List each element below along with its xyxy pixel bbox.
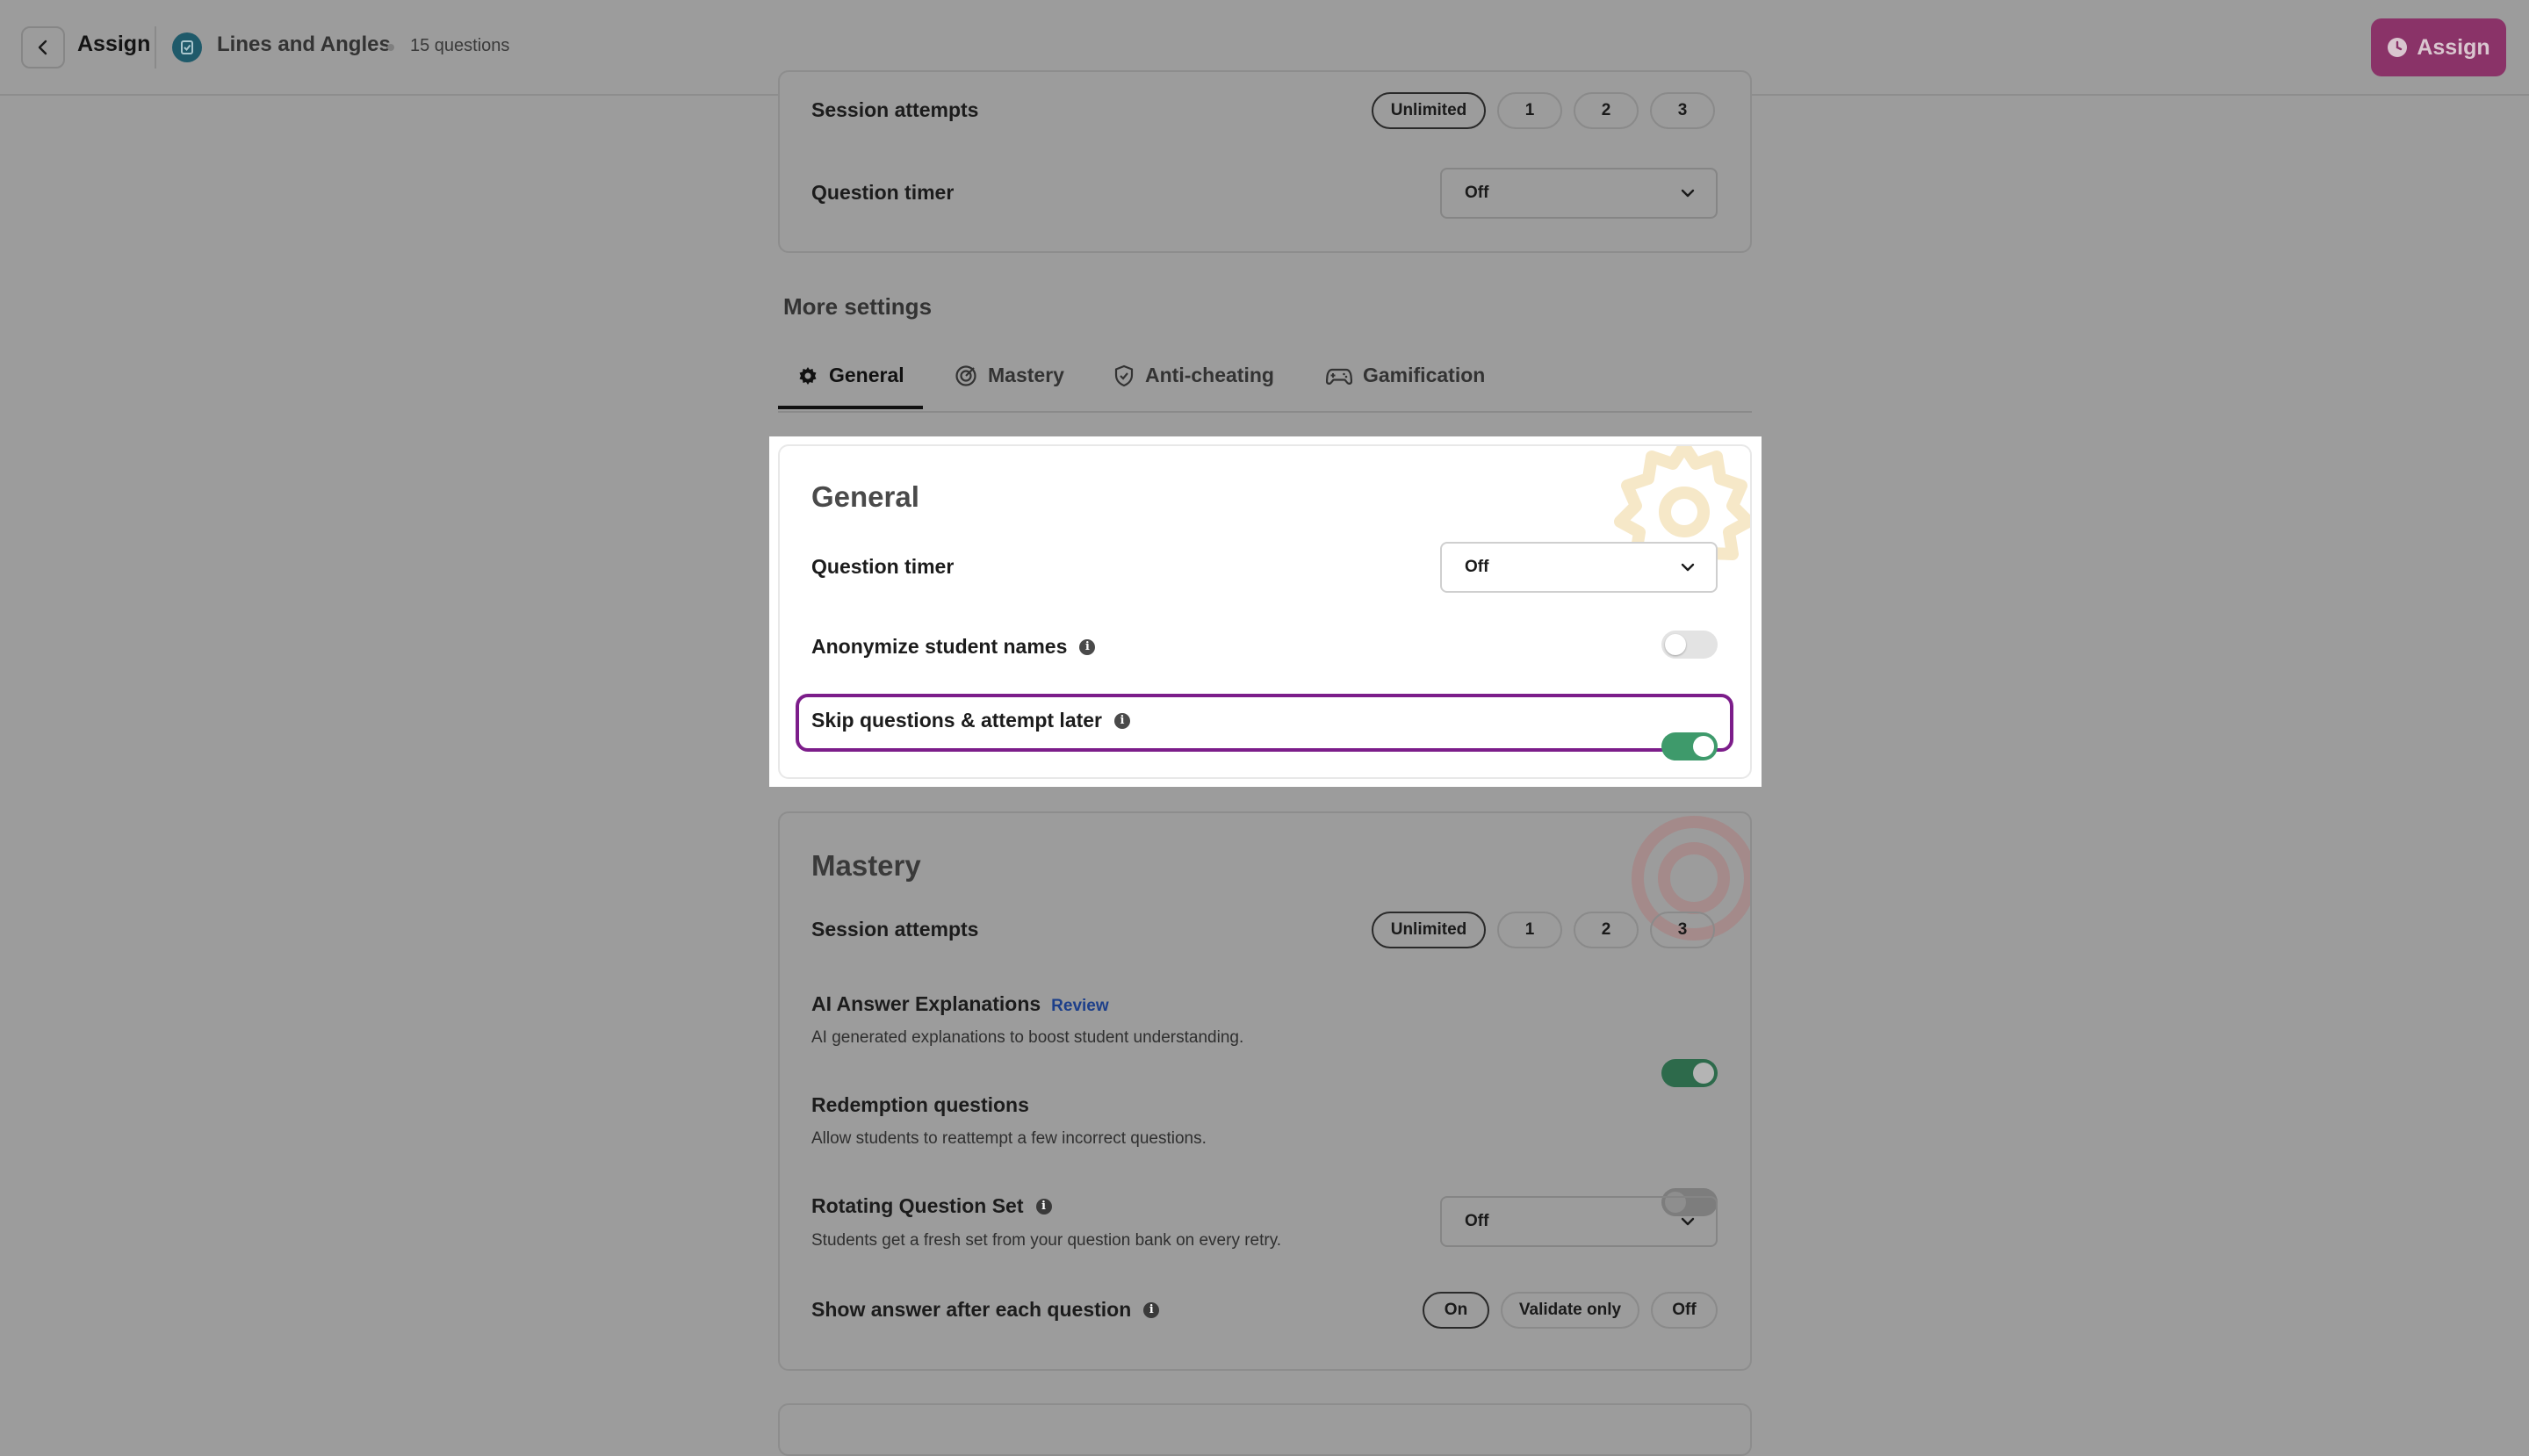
- skip-questions-row: Skip questions & attempt later i: [811, 709, 1131, 732]
- tab-mastery[interactable]: Mastery: [955, 364, 1064, 387]
- more-settings-title: More settings: [783, 293, 933, 320]
- back-button[interactable]: [21, 26, 65, 68]
- show-answer-label: Show answer after each question: [811, 1298, 1132, 1321]
- general-question-timer-value: Off: [1465, 558, 1489, 576]
- ai-explanations-toggle[interactable]: [1661, 1059, 1718, 1087]
- target-icon: [955, 364, 976, 386]
- question-count: 15 questions: [410, 36, 510, 55]
- quiz-icon: [172, 32, 202, 62]
- clock-icon: [2388, 38, 2408, 57]
- mastery-card: [778, 811, 1752, 1371]
- tab-anti-cheating[interactable]: Anti-cheating: [1113, 364, 1274, 387]
- gear-icon: [799, 366, 817, 385]
- anonymize-label: Anonymize student names: [811, 635, 1068, 658]
- tab-general[interactable]: General: [797, 364, 904, 387]
- chevron-left-icon: [38, 40, 47, 55]
- ai-explanations-description: AI generated explanations to boost stude…: [811, 1028, 1244, 1047]
- show-answer-option-on[interactable]: On: [1423, 1292, 1489, 1329]
- ai-explanations-row: AI Answer Explanations Review: [811, 992, 1109, 1016]
- mastery-attempt-option-2[interactable]: 2: [1574, 912, 1639, 948]
- tab-anti-cheating-label: Anti-cheating: [1145, 364, 1274, 386]
- rotating-set-value: Off: [1465, 1212, 1489, 1230]
- chevron-down-icon: [1681, 1217, 1695, 1226]
- info-icon[interactable]: i: [1079, 638, 1096, 655]
- rotating-set-select[interactable]: Off: [1440, 1196, 1718, 1247]
- skip-questions-toggle[interactable]: [1661, 732, 1718, 760]
- question-timer-select[interactable]: Off: [1440, 168, 1718, 219]
- info-icon[interactable]: i: [1143, 1301, 1160, 1318]
- redemption-description: Allow students to reattempt a few incorr…: [811, 1129, 1207, 1148]
- redemption-label: Redemption questions: [811, 1093, 1029, 1116]
- info-icon[interactable]: i: [1114, 712, 1131, 729]
- attempt-option-3[interactable]: 3: [1650, 92, 1715, 129]
- attempt-option-1[interactable]: 1: [1497, 92, 1562, 129]
- rotating-set-description: Students get a fresh set from your quest…: [811, 1231, 1282, 1250]
- show-answer-option-validate-only[interactable]: Validate only: [1501, 1292, 1639, 1329]
- page-title: Assign: [77, 32, 151, 56]
- mastery-session-attempts-options: Unlimited 1 2 3: [1372, 912, 1715, 948]
- session-attempts-options: Unlimited 1 2 3: [1372, 92, 1715, 129]
- assign-button-label: Assign: [2417, 34, 2490, 60]
- tab-gamification-label: Gamification: [1363, 364, 1486, 386]
- dot-separator: [387, 44, 394, 51]
- ai-explanations-label: AI Answer Explanations: [811, 992, 1041, 1015]
- tab-general-label: General: [829, 364, 904, 386]
- rotating-set-label: Rotating Question Set: [811, 1194, 1024, 1217]
- info-icon[interactable]: i: [1035, 1198, 1052, 1215]
- mastery-attempt-option-1[interactable]: 1: [1497, 912, 1562, 948]
- attempt-option-2[interactable]: 2: [1574, 92, 1639, 129]
- general-question-timer-label: Question timer: [811, 555, 955, 578]
- show-answer-row: Show answer after each question i: [811, 1298, 1160, 1322]
- assign-button[interactable]: Assign: [2371, 18, 2506, 76]
- shield-icon: [1114, 364, 1134, 386]
- show-answer-options: On Validate only Off: [1423, 1292, 1718, 1329]
- general-question-timer-select[interactable]: Off: [1440, 542, 1718, 593]
- quiz-title: Lines and Angles: [217, 32, 391, 56]
- mastery-section-title: Mastery: [811, 849, 921, 882]
- rotating-set-row: Rotating Question Set i: [811, 1194, 1052, 1218]
- anonymize-toggle[interactable]: [1661, 631, 1718, 659]
- skip-questions-label: Skip questions & attempt later: [811, 709, 1103, 732]
- mastery-session-attempts-label: Session attempts: [811, 918, 979, 941]
- general-section-title: General: [811, 480, 919, 513]
- divider: [155, 26, 156, 68]
- mastery-attempt-option-3[interactable]: 3: [1650, 912, 1715, 948]
- ai-review-link[interactable]: Review: [1051, 997, 1108, 1016]
- attempt-option-unlimited[interactable]: Unlimited: [1372, 92, 1486, 129]
- question-timer-value: Off: [1465, 184, 1489, 202]
- chevron-down-icon: [1681, 189, 1695, 198]
- next-settings-card: [778, 1403, 1752, 1456]
- tab-mastery-label: Mastery: [988, 364, 1064, 386]
- anonymize-row: Anonymize student names i: [811, 635, 1096, 659]
- gamepad-icon: [1326, 368, 1352, 385]
- tab-gamification[interactable]: Gamification: [1326, 364, 1485, 387]
- tab-active-underline: [778, 406, 923, 409]
- session-attempts-label: Session attempts: [811, 98, 979, 121]
- mastery-attempt-option-unlimited[interactable]: Unlimited: [1372, 912, 1486, 948]
- question-timer-label: Question timer: [811, 181, 955, 204]
- show-answer-option-off[interactable]: Off: [1651, 1292, 1718, 1329]
- chevron-down-icon: [1681, 563, 1695, 572]
